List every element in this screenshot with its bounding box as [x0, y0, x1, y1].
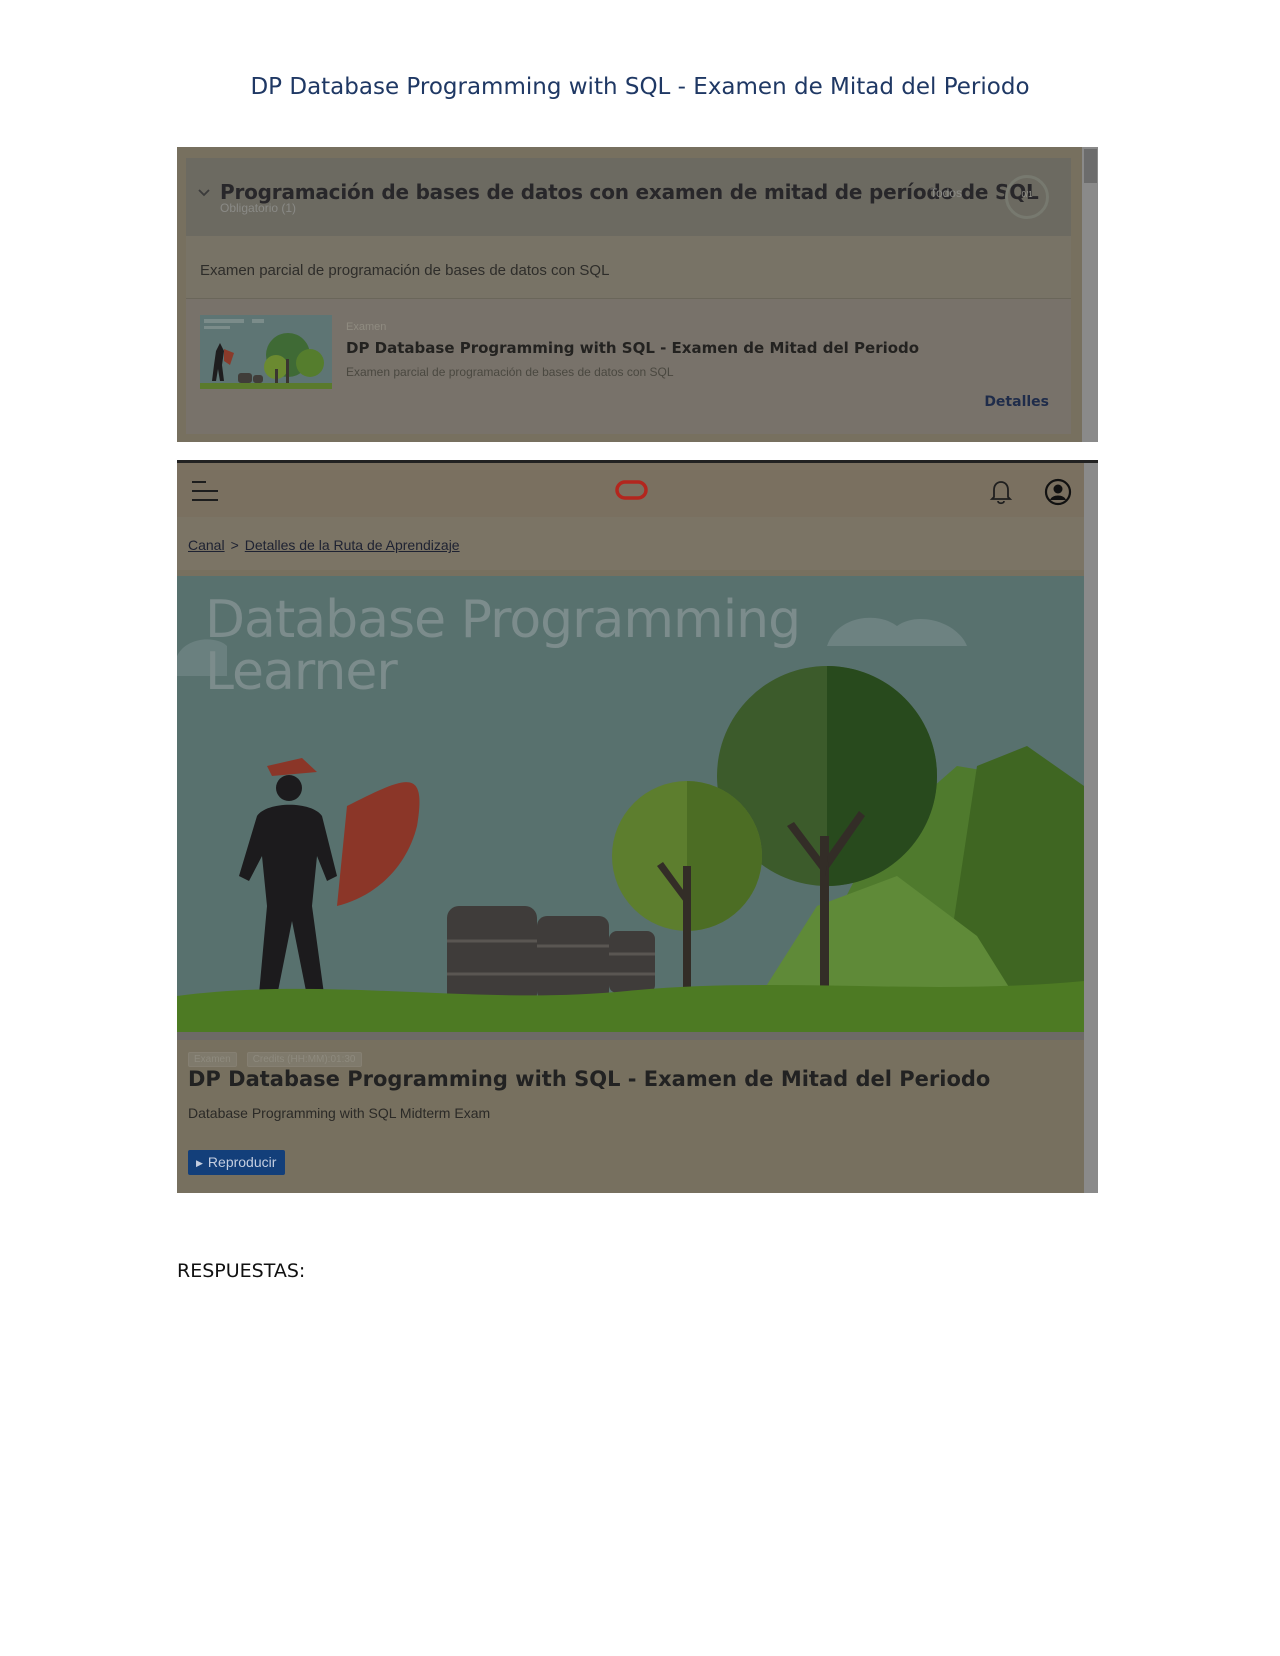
module-description: Examen parcial de programación de bases … — [200, 262, 610, 279]
details-link[interactable]: Detalles — [984, 394, 1049, 410]
exam-title: DP Database Programming with SQL - Exame… — [188, 1067, 991, 1091]
play-icon: ▶ — [196, 1158, 203, 1168]
badge-row: Examen Credits (HH:MM):01:30 — [188, 1049, 372, 1067]
banner-divider — [177, 1032, 1084, 1040]
banner-title: Database Programming Learner — [205, 590, 801, 702]
item-kind: Examen — [346, 321, 387, 333]
exam-list-item[interactable]: Examen DP Database Programming with SQL … — [186, 299, 1071, 434]
module-title: Programación de bases de datos con exame… — [220, 180, 1039, 204]
course-detail-screenshot: Canal > Detalles de la Ruta de Aprendizaje — [177, 460, 1098, 1193]
item-title[interactable]: DP Database Programming with SQL - Exame… — [346, 339, 919, 357]
scrollbar[interactable] — [1084, 463, 1098, 1193]
exam-thumbnail[interactable] — [200, 315, 332, 389]
document-title: DP Database Programming with SQL - Exame… — [250, 74, 1030, 100]
play-button-label: Reproducir — [207, 1154, 277, 1170]
breadcrumb-canal-link[interactable]: Canal — [188, 537, 225, 553]
learning-path-screenshot: Programación de bases de datos con exame… — [177, 147, 1098, 442]
oracle-logo[interactable] — [615, 480, 648, 500]
play-button[interactable]: ▶ Reproducir — [188, 1150, 286, 1175]
breadcrumb-separator: > — [230, 537, 239, 553]
hamburger-menu-icon[interactable] — [191, 478, 219, 504]
scrollbar[interactable] — [1082, 147, 1098, 442]
filter-tag[interactable]: Todos — [930, 186, 962, 200]
requirement-label: Obligatorio (1) — [220, 201, 297, 215]
module-description-row: Examen parcial de programación de bases … — [186, 236, 1071, 299]
answers-label: RESPUESTAS: — [177, 1260, 306, 1282]
progress-ring: 0/1 — [1005, 175, 1049, 219]
chevron-down-icon[interactable] — [196, 184, 212, 200]
course-banner-image: Database Programming Learner — [177, 576, 1084, 1032]
top-navigation-bar — [177, 463, 1084, 517]
exam-type-badge: Examen — [188, 1052, 237, 1067]
bell-icon[interactable] — [988, 478, 1014, 506]
user-circle-icon[interactable] — [1044, 478, 1072, 506]
item-description: Examen parcial de programación de bases … — [346, 365, 674, 379]
module-header[interactable]: Programación de bases de datos con exame… — [186, 158, 1071, 236]
breadcrumb: Canal > Detalles de la Ruta de Aprendizaje — [177, 517, 1084, 570]
credits-badge: Credits (HH:MM):01:30 — [246, 1052, 362, 1067]
progress-text: 0/1 — [1021, 190, 1033, 199]
scrollbar-thumb[interactable] — [1084, 149, 1097, 183]
exam-subtitle: Database Programming with SQL Midterm Ex… — [188, 1105, 491, 1121]
breadcrumb-learning-path-link[interactable]: Detalles de la Ruta de Aprendizaje — [245, 537, 460, 553]
